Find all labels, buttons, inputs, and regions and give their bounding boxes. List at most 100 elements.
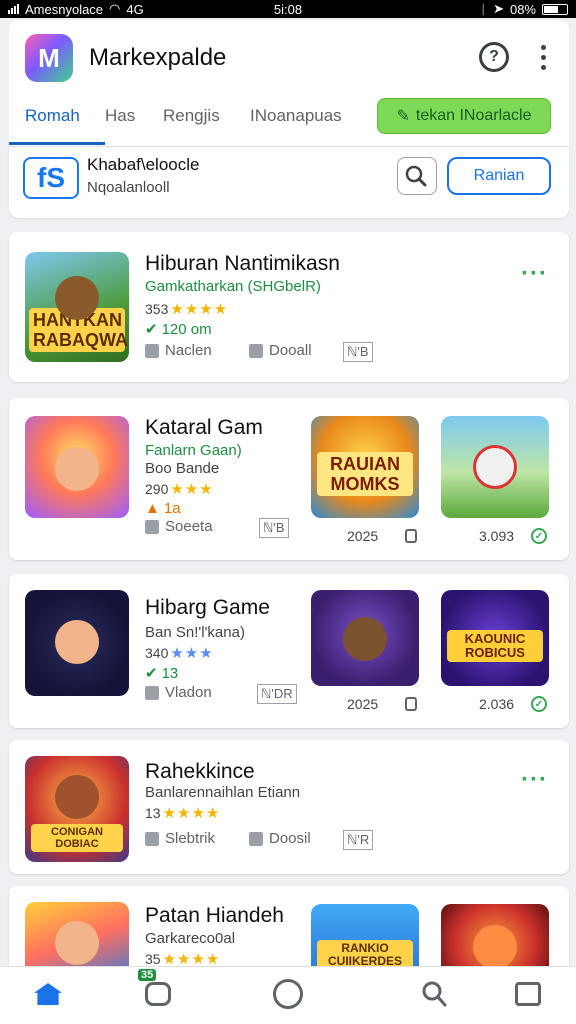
pencil-icon: ✎ — [396, 108, 410, 125]
game-card[interactable]: Kataral Gam Fanlarn Gaan) Boo Bande 290 … — [9, 398, 569, 560]
character-art — [55, 619, 99, 664]
app-title: Markexpalde — [89, 44, 227, 71]
downloads-value: 1a — [163, 500, 181, 517]
game-downloads: ✔ 13 — [145, 664, 178, 683]
carrier-label: Amesnyolace — [25, 1, 104, 17]
rating-value: 290 — [145, 481, 169, 497]
lock-icon — [405, 529, 417, 543]
more-options-icon[interactable] — [533, 42, 553, 72]
profile-action-button[interactable]: Ranian — [447, 157, 551, 195]
age-rating-badge: ℕ'B — [343, 342, 373, 362]
thumbnail-banner: RANKIO CUIIKERDES — [317, 940, 413, 966]
related-game-thumbnail[interactable] — [441, 904, 549, 966]
tab-has[interactable]: Has — [105, 106, 135, 126]
related-game-thumbnail[interactable]: RAUIAN MOMKS — [311, 416, 419, 518]
game-thumbnail[interactable] — [25, 416, 129, 518]
nav-library[interactable]: 35 — [138, 969, 176, 1011]
rating-value: 13 — [145, 805, 161, 821]
character-art — [55, 276, 99, 321]
facebook-logo: fS — [23, 157, 79, 199]
rating-value: 340 — [145, 645, 169, 661]
more-options-icon[interactable]: ··· — [521, 260, 548, 288]
nfc-icon: ᛁ — [479, 1, 488, 17]
game-thumbnail[interactable]: HANTKAN RABAQWANA — [25, 252, 129, 362]
check-icon: ✔ — [145, 665, 158, 682]
game-meta-left: Vladon — [145, 684, 212, 701]
related-game-value: 2025 — [347, 528, 379, 544]
tab-indicator — [9, 142, 105, 145]
wifi-icon: ◠ — [109, 1, 121, 16]
search-icon — [422, 981, 447, 1007]
game-title: Kataral Gam — [145, 416, 263, 439]
search-button[interactable] — [397, 157, 437, 195]
age-rating-badge: ℕ'R — [343, 830, 374, 850]
help-icon[interactable]: ? — [479, 42, 509, 72]
game-card[interactable]: HANTKAN RABAQWANA Hiburan Nantimikasn Ga… — [9, 232, 569, 382]
character-art — [55, 775, 99, 820]
nav-home[interactable] — [30, 977, 66, 1011]
meta-left-label: Slebtrik — [165, 830, 216, 847]
status-time: 5i:08 — [273, 1, 303, 17]
profile-name: Khabaf\eloocle — [87, 155, 200, 174]
related-game-value: 3.093 — [479, 528, 515, 544]
related-game-value: 2025 — [347, 696, 379, 712]
age-rating-badge: ℕ'B — [259, 518, 289, 538]
nav-menu[interactable] — [510, 977, 546, 1011]
star-rating-icon: ★★★ — [170, 645, 214, 662]
character-art — [473, 444, 517, 489]
tab-romah[interactable]: Romah — [25, 106, 80, 126]
game-thumbnail[interactable] — [25, 902, 129, 966]
meta-mid-label: Dooall — [269, 342, 312, 359]
status-bar: Amesnyolace ◠ 4G 5i:08 ᛁ ➤ 08% — [0, 0, 576, 18]
game-rating: 13 ★★★★ — [145, 804, 220, 822]
game-rating: 290 ★★★ — [145, 480, 214, 498]
age-rating-badge: ℕ'DR — [257, 684, 297, 704]
profile-subtitle: Nqoalanlooll — [87, 179, 170, 196]
more-options-icon[interactable]: ··· — [521, 766, 548, 794]
installed-check-icon: ✓ — [531, 528, 547, 544]
category-icon — [145, 685, 159, 700]
related-game-thumbnail[interactable] — [311, 590, 419, 686]
game-card[interactable]: Patan Hiandeh Garkareco0al 35 ★★★★ RANKI… — [9, 886, 569, 966]
download-size-icon — [249, 831, 263, 846]
battery-percent: 08% — [509, 1, 536, 17]
tab-cta-button[interactable]: ✎ tekan INoarlacle — [377, 98, 551, 134]
nav-search[interactable] — [416, 977, 452, 1011]
game-meta-mid: Doosil — [249, 830, 311, 847]
tab-rengjis[interactable]: Rengjis — [163, 106, 220, 126]
game-card[interactable]: Hibarg Game Ban Sn!'l'kana) 340 ★★★ ✔ 13… — [9, 574, 569, 728]
tab-cta-label: tekan INoarlacle — [415, 107, 532, 124]
download-size-icon — [249, 343, 263, 358]
game-rating: 340 ★★★ — [145, 644, 214, 662]
game-card[interactable]: CONIGAN DOBIAC Rahekkince Banlarennaihla… — [9, 740, 569, 874]
network-label: 4G — [126, 1, 144, 17]
related-game-thumbnail[interactable] — [441, 416, 549, 518]
related-game-thumbnail[interactable]: RANKIO CUIIKERDES — [311, 904, 419, 966]
related-game-thumbnail[interactable]: KAOUNIC ROBICUS — [441, 590, 549, 686]
thumbnail-banner: RAUIAN MOMKS — [317, 452, 413, 496]
nav-chat[interactable] — [270, 977, 306, 1011]
game-subtitle: Garkareco0al — [145, 930, 236, 947]
star-rating-icon: ★★★★ — [170, 301, 229, 318]
library-icon — [145, 982, 171, 1006]
lock-icon — [405, 697, 417, 711]
meta-left-label: Naclen — [165, 342, 212, 359]
category-icon — [145, 519, 159, 534]
profile-card: fS Khabaf\eloocle Nqoalanlooll Ranian — [9, 146, 569, 218]
game-thumbnail[interactable] — [25, 590, 129, 696]
tab-bar: Romah Has Rengjis INoanapuas ✎ tekan INo… — [9, 98, 569, 146]
downloads-value: 120 om — [161, 320, 212, 338]
character-art — [55, 446, 99, 491]
related-game-value: 2.036 — [479, 696, 515, 712]
nav-library-badge: 35 — [138, 969, 157, 981]
category-icon — [145, 343, 159, 358]
game-thumbnail[interactable]: CONIGAN DOBIAC — [25, 756, 129, 862]
tab-inoanapuas[interactable]: INoanapuas — [250, 106, 342, 126]
game-downloads: ▲ 1a — [145, 500, 181, 517]
game-rating: 353 ★★★★ — [145, 300, 228, 318]
bottom-nav: 35 — [0, 966, 576, 1024]
game-subtitle: Ban Sn!'l'kana) — [145, 624, 245, 641]
app-logo: M — [25, 34, 73, 82]
game-title: Patan Hiandeh — [145, 904, 284, 927]
location-icon: ➤ — [493, 1, 504, 16]
